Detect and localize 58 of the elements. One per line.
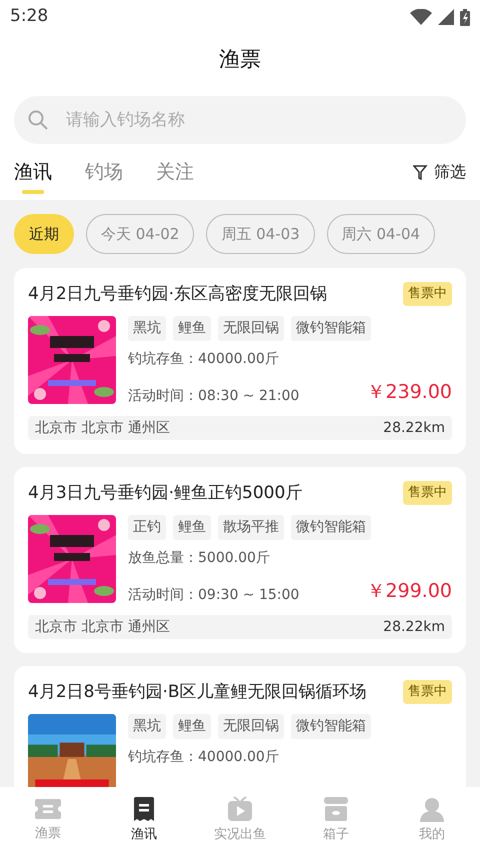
ticket-icon	[34, 796, 62, 821]
tv-icon	[227, 796, 253, 822]
nav-item[interactable]: 实况出鱼	[192, 787, 288, 853]
tag: 散场平推	[218, 515, 284, 540]
event-card[interactable]: 4月2日8号垂钓园·B区儿童鲤无限回锅循环场 售票中 黑坑 鲤鱼 无限回锅 微钓智能箱 钓坑存鱼：40000.00斤	[14, 666, 466, 787]
filter-icon	[413, 164, 428, 180]
nav-item[interactable]: 箱子	[288, 787, 384, 853]
date-chip[interactable]: 周六 04-04	[326, 214, 436, 254]
date-chip[interactable]: 近期	[14, 214, 74, 254]
status-badge: 售票中	[403, 680, 452, 704]
tag: 微钓智能箱	[291, 515, 371, 540]
tab[interactable]: 渔讯	[14, 144, 52, 200]
tag: 黑坑	[128, 316, 166, 341]
info-text: 活动时间：09:30 ~ 15:00	[128, 586, 300, 604]
tag: 无限回锅	[218, 316, 284, 341]
location-text: 北京市 北京市 通州区	[35, 618, 170, 636]
info-text: 钓坑存鱼：40000.00斤	[128, 748, 279, 767]
box-icon	[323, 796, 349, 822]
receipt-icon	[133, 796, 155, 822]
distance-text: 28.22km	[383, 418, 445, 438]
nav-item[interactable]: 渔票	[0, 787, 96, 853]
page-title: 渔票	[219, 46, 261, 74]
tag: 正钓	[128, 515, 166, 540]
status-badge: 售票中	[403, 481, 452, 504]
distance-text: 28.22km	[383, 618, 445, 636]
tag: 黑坑	[128, 714, 166, 739]
info-text: 活动时间：08:30 ~ 21:00	[128, 386, 300, 406]
person-icon	[419, 796, 445, 822]
tag: 微钓智能箱	[291, 316, 371, 341]
event-title: 4月3日九号垂钓园·鲤鱼正钓5000斤	[28, 482, 302, 505]
signal-icon	[438, 9, 454, 25]
tag: 鲤鱼	[173, 515, 211, 540]
date-chip[interactable]: 周五 04-03	[206, 214, 315, 254]
status-badge: 售票中	[403, 282, 452, 306]
status-time: 5:28	[10, 5, 48, 28]
event-title: 4月2日8号垂钓园·B区儿童鲤无限回锅循环场	[28, 681, 367, 704]
search-field[interactable]: 请输入钓场名称	[14, 96, 466, 144]
tag: 微钓智能箱	[291, 714, 371, 739]
nav-item[interactable]: 我的	[384, 787, 480, 853]
price: ￥299.00	[366, 579, 452, 604]
date-chip[interactable]: 今天 04-02	[86, 214, 194, 254]
info-text: 放鱼总量：5000.00斤	[128, 549, 270, 568]
tab[interactable]: 钓场	[85, 144, 123, 200]
wifi-icon	[410, 9, 432, 25]
search-icon	[28, 110, 48, 130]
nav-item[interactable]: 渔讯	[96, 787, 192, 853]
price: ￥239.00	[366, 380, 452, 405]
event-card[interactable]: 4月2日九号垂钓园·东区高密度无限回锅 售票中 黑坑 鲤鱼 无限回锅 微钓智能箱 钓坑存鱼：40000.00斤 活动时间：08:30 ~ 21:00 ￥239.00 北京市 北京市 通州区 28.22km	[14, 268, 466, 454]
tag: 鲤鱼	[173, 316, 211, 341]
info-text: 钓坑存鱼：40000.00斤	[128, 350, 279, 369]
tab[interactable]: 关注	[156, 144, 194, 200]
battery-icon	[460, 8, 470, 26]
tag: 无限回锅	[218, 714, 284, 739]
tag: 鲤鱼	[173, 714, 211, 739]
filter-button[interactable]: 筛选	[413, 144, 466, 200]
location-text: 北京市 北京市 通州区	[35, 418, 170, 438]
event-title: 4月2日九号垂钓园·东区高密度无限回锅	[28, 283, 328, 306]
event-card[interactable]: 4月3日九号垂钓园·鲤鱼正钓5000斤 售票中 正钓 鲤鱼 散场平推 微钓智能箱 放鱼总量：5000.00斤 活动时间：09:30 ~ 15:00 ￥299.00 北京市 北京市 通州区 28.22km	[14, 467, 466, 653]
